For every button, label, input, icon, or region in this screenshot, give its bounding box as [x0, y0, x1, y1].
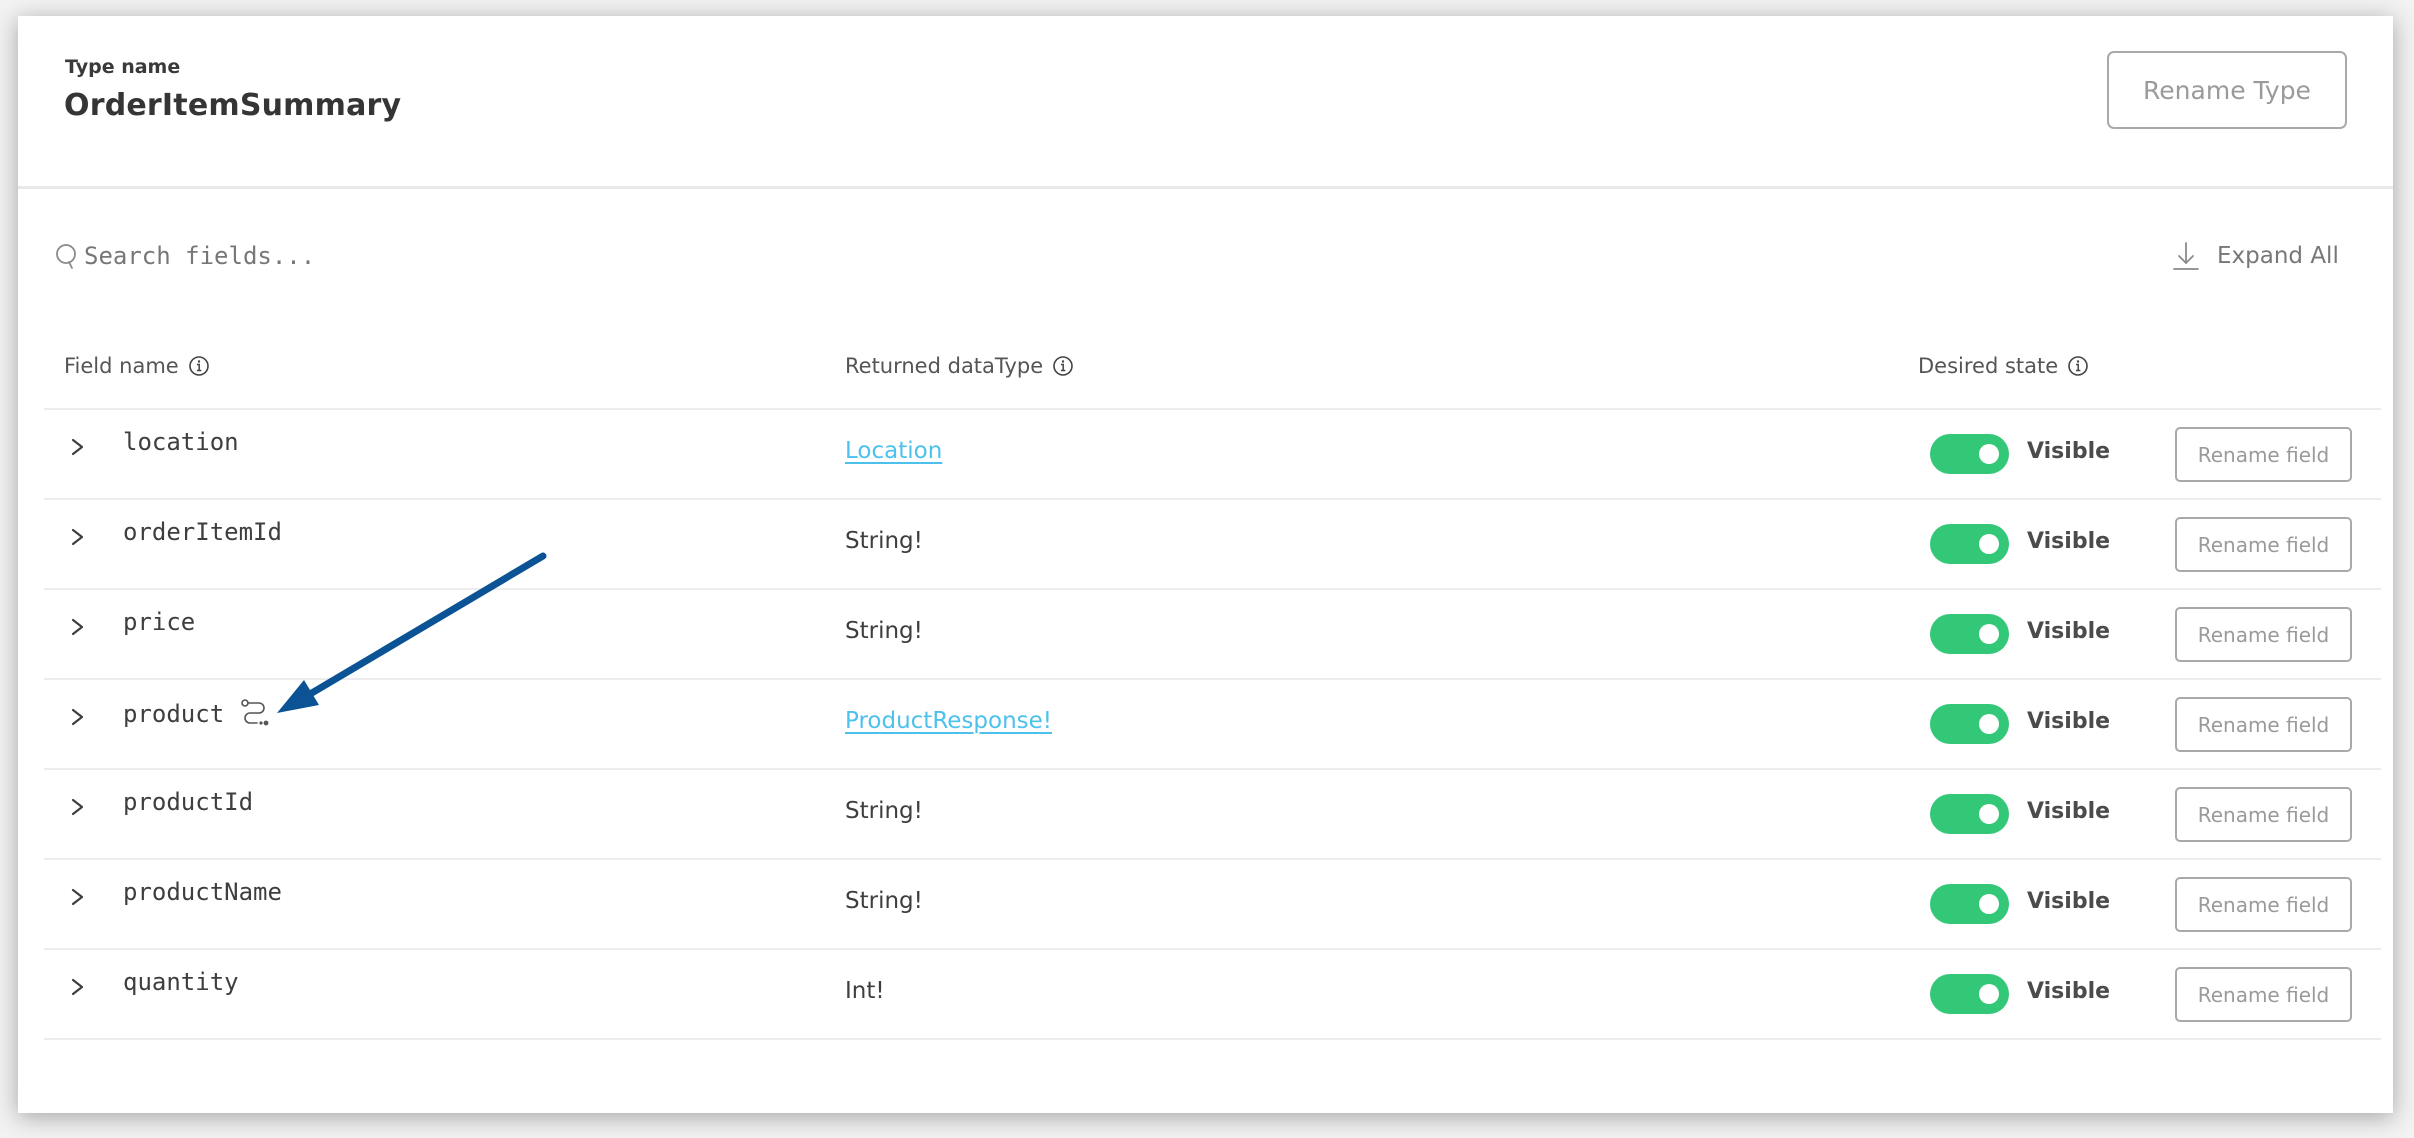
rename-field-button[interactable]: Rename field [2175, 967, 2352, 1022]
returned-datatype: String! [845, 798, 923, 824]
visibility-toggle[interactable] [1930, 974, 2009, 1014]
route-icon[interactable] [240, 698, 270, 730]
rename-field-button[interactable]: Rename field [2175, 787, 2352, 842]
field-name: orderItemId [123, 518, 282, 546]
field-name-text: product [123, 700, 225, 728]
field-name: productName [123, 878, 282, 906]
desired-state-label: Visible [2027, 619, 2111, 644]
visibility-toggle[interactable] [1930, 434, 2009, 474]
desired-state-label: Visible [2027, 799, 2111, 824]
download-arrow-icon [2171, 240, 2201, 272]
visibility-toggle[interactable] [1930, 884, 2009, 924]
toggle-thumb [1979, 534, 1999, 554]
rename-field-button[interactable]: Rename field [2175, 697, 2352, 752]
toggle-thumb [1979, 714, 1999, 734]
table-row: productId String! Visible Rename field [44, 770, 2381, 860]
expand-all-label: Expand All [2217, 243, 2339, 269]
toggle-thumb [1979, 624, 1999, 644]
type-name-label: Type name [65, 56, 181, 78]
chevron-right-icon[interactable] [70, 526, 86, 548]
returned-datatype-link[interactable]: ProductResponse! [845, 708, 1052, 734]
returned-datatype: String! [845, 528, 923, 554]
field-name-text: productName [123, 878, 282, 906]
field-name: location [123, 428, 239, 456]
column-label: Field name [64, 354, 179, 378]
table-row: quantity Int! Visible Rename field [44, 950, 2381, 1040]
toggle-thumb [1979, 804, 1999, 824]
returned-datatype: String! [845, 618, 923, 644]
table-row: product ProductResponse! Visible Rename … [44, 680, 2381, 770]
field-name-text: price [123, 608, 196, 636]
info-icon[interactable] [2067, 355, 2089, 377]
type-detail-panel: Type name OrderItemSummary Rename Type E… [18, 16, 2393, 1113]
rename-field-button[interactable]: Rename field [2175, 427, 2352, 482]
returned-datatype: String! [845, 888, 923, 914]
type-name-value: OrderItemSummary [64, 88, 402, 123]
field-name-text: location [123, 428, 239, 456]
search-field[interactable] [54, 236, 684, 276]
table-row: price String! Visible Rename field [44, 590, 2381, 680]
field-name: product [123, 698, 270, 730]
info-icon[interactable] [1052, 355, 1074, 377]
info-icon[interactable] [188, 355, 210, 377]
toggle-thumb [1979, 444, 1999, 464]
visibility-toggle[interactable] [1930, 704, 2009, 744]
field-name: productId [123, 788, 253, 816]
panel-header: Type name OrderItemSummary Rename Type [18, 16, 2393, 189]
chevron-right-icon[interactable] [70, 436, 86, 458]
chevron-right-icon[interactable] [70, 976, 86, 998]
desired-state-label: Visible [2027, 439, 2111, 464]
expand-all-button[interactable]: Expand All [2171, 238, 2339, 274]
toggle-thumb [1979, 894, 1999, 914]
toggle-thumb [1979, 984, 1999, 1004]
visibility-toggle[interactable] [1930, 794, 2009, 834]
chevron-right-icon[interactable] [70, 796, 86, 818]
search-input[interactable] [84, 242, 684, 270]
column-header-field-name: Field name [64, 354, 210, 378]
chevron-right-icon[interactable] [70, 886, 86, 908]
field-name-text: orderItemId [123, 518, 282, 546]
table-row: orderItemId String! Visible Rename field [44, 500, 2381, 590]
visibility-toggle[interactable] [1930, 524, 2009, 564]
chevron-right-icon[interactable] [70, 616, 86, 638]
table-row: productName String! Visible Rename field [44, 860, 2381, 950]
desired-state-label: Visible [2027, 979, 2111, 1004]
search-icon [54, 241, 80, 271]
column-header-returned-datatype: Returned dataType [845, 354, 1074, 378]
rename-field-button[interactable]: Rename field [2175, 877, 2352, 932]
rename-type-button[interactable]: Rename Type [2107, 51, 2347, 129]
field-name-text: productId [123, 788, 254, 816]
column-label: Returned dataType [845, 354, 1044, 378]
column-label: Desired state [1918, 354, 2059, 378]
table-header: Field name Returned dataType Desired sta… [44, 336, 2381, 410]
table-row: location Location Visible Rename field [44, 410, 2381, 500]
rename-field-button[interactable]: Rename field [2175, 607, 2352, 662]
desired-state-label: Visible [2027, 709, 2111, 734]
field-name: price [123, 608, 195, 636]
field-name-text: quantity [123, 968, 239, 996]
returned-datatype-link[interactable]: Location [845, 438, 942, 464]
column-header-desired-state: Desired state [1918, 354, 2089, 378]
chevron-right-icon[interactable] [70, 706, 86, 728]
field-name: quantity [123, 968, 239, 996]
returned-datatype: Int! [845, 978, 885, 1004]
desired-state-label: Visible [2027, 529, 2111, 554]
rename-field-button[interactable]: Rename field [2175, 517, 2352, 572]
table-body: location Location Visible Rename field o… [44, 410, 2381, 1040]
fields-table: Field name Returned dataType Desired sta… [44, 336, 2381, 1040]
desired-state-label: Visible [2027, 889, 2111, 914]
visibility-toggle[interactable] [1930, 614, 2009, 654]
